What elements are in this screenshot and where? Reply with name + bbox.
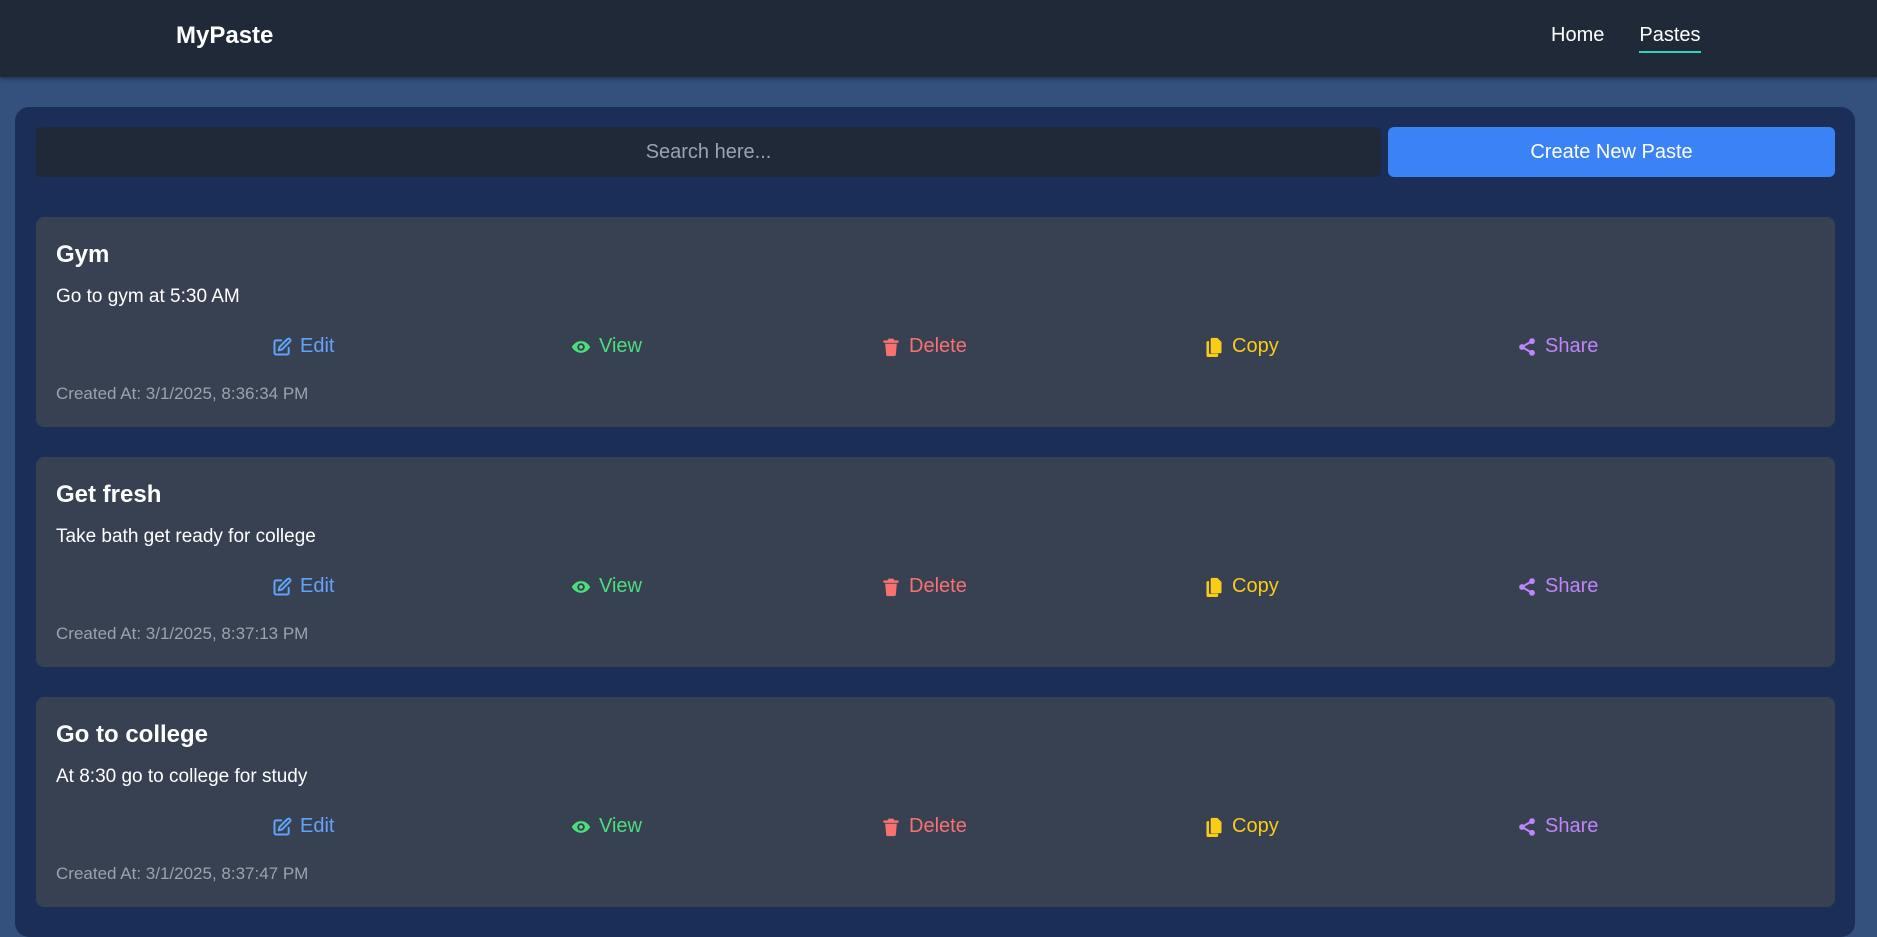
share-label: Share	[1545, 815, 1599, 837]
view-button[interactable]: View	[571, 335, 642, 358]
delete-label: Delete	[909, 815, 967, 837]
copy-icon	[1206, 577, 1222, 597]
paste-card: Go to college At 8:30 go to college for …	[36, 697, 1835, 907]
share-icon	[1519, 337, 1535, 356]
edit-label: Edit	[300, 815, 335, 837]
paste-content: Go to gym at 5:30 AM	[56, 286, 240, 307]
paste-actions: Edit View Delete Copy Share	[36, 815, 1835, 845]
edit-button[interactable]: Edit	[272, 335, 334, 358]
created-at: Created At: 3/1/2025, 8:37:13 PM	[56, 624, 309, 643]
paste-title: Get fresh	[56, 481, 162, 508]
trash-icon	[883, 818, 899, 836]
edit-button[interactable]: Edit	[272, 815, 334, 838]
trash-icon	[883, 338, 899, 356]
edit-icon	[273, 577, 292, 595]
view-label: View	[599, 575, 642, 597]
paste-title: Gym	[56, 241, 110, 268]
copy-icon	[1206, 337, 1222, 357]
copy-icon	[1206, 817, 1222, 837]
share-button[interactable]: Share	[1517, 575, 1598, 598]
paste-card: Gym Go to gym at 5:30 AM Edit View Delet…	[36, 217, 1835, 427]
share-button[interactable]: Share	[1517, 815, 1598, 838]
paste-title: Go to college	[56, 721, 209, 748]
delete-button[interactable]: Delete	[881, 575, 967, 598]
eye-icon	[571, 580, 591, 593]
pastes-panel: Create New Paste Gym Go to gym at 5:30 A…	[15, 107, 1855, 937]
copy-button[interactable]: Copy	[1204, 335, 1279, 358]
create-new-paste-button[interactable]: Create New Paste	[1388, 127, 1835, 177]
delete-label: Delete	[909, 335, 967, 357]
edit-label: Edit	[300, 335, 335, 357]
nav-link-home[interactable]: Home	[1551, 24, 1604, 53]
paste-card: Get fresh Take bath get ready for colleg…	[36, 457, 1835, 667]
share-button[interactable]: Share	[1517, 335, 1598, 358]
delete-button[interactable]: Delete	[881, 815, 967, 838]
view-button[interactable]: View	[571, 575, 642, 598]
view-button[interactable]: View	[571, 815, 642, 838]
nav-link-pastes[interactable]: Pastes	[1639, 24, 1701, 53]
paste-actions: Edit View Delete Copy Share	[36, 335, 1835, 365]
share-label: Share	[1545, 335, 1599, 357]
brand-logo[interactable]: MyPaste	[176, 22, 273, 50]
paste-content: Take bath get ready for college	[56, 526, 316, 547]
paste-content: At 8:30 go to college for study	[56, 766, 308, 787]
paste-actions: Edit View Delete Copy Share	[36, 575, 1835, 605]
search-input[interactable]	[36, 127, 1381, 177]
copy-label: Copy	[1232, 815, 1279, 837]
navbar: MyPaste Home Pastes	[0, 0, 1877, 77]
view-label: View	[599, 815, 642, 837]
share-label: Share	[1545, 575, 1599, 597]
trash-icon	[883, 578, 899, 596]
delete-button[interactable]: Delete	[881, 335, 967, 358]
copy-label: Copy	[1232, 575, 1279, 597]
copy-button[interactable]: Copy	[1204, 815, 1279, 838]
view-label: View	[599, 335, 642, 357]
copy-label: Copy	[1232, 335, 1279, 357]
eye-icon	[571, 820, 591, 833]
eye-icon	[571, 340, 591, 353]
created-at: Created At: 3/1/2025, 8:37:47 PM	[56, 864, 309, 883]
nav-links: Home Pastes	[1551, 24, 1701, 53]
copy-button[interactable]: Copy	[1204, 575, 1279, 598]
delete-label: Delete	[909, 575, 967, 597]
edit-icon	[273, 817, 292, 835]
edit-button[interactable]: Edit	[272, 575, 334, 598]
share-icon	[1519, 577, 1535, 596]
created-at: Created At: 3/1/2025, 8:36:34 PM	[56, 384, 309, 403]
share-icon	[1519, 817, 1535, 836]
edit-icon	[273, 337, 292, 355]
edit-label: Edit	[300, 575, 335, 597]
